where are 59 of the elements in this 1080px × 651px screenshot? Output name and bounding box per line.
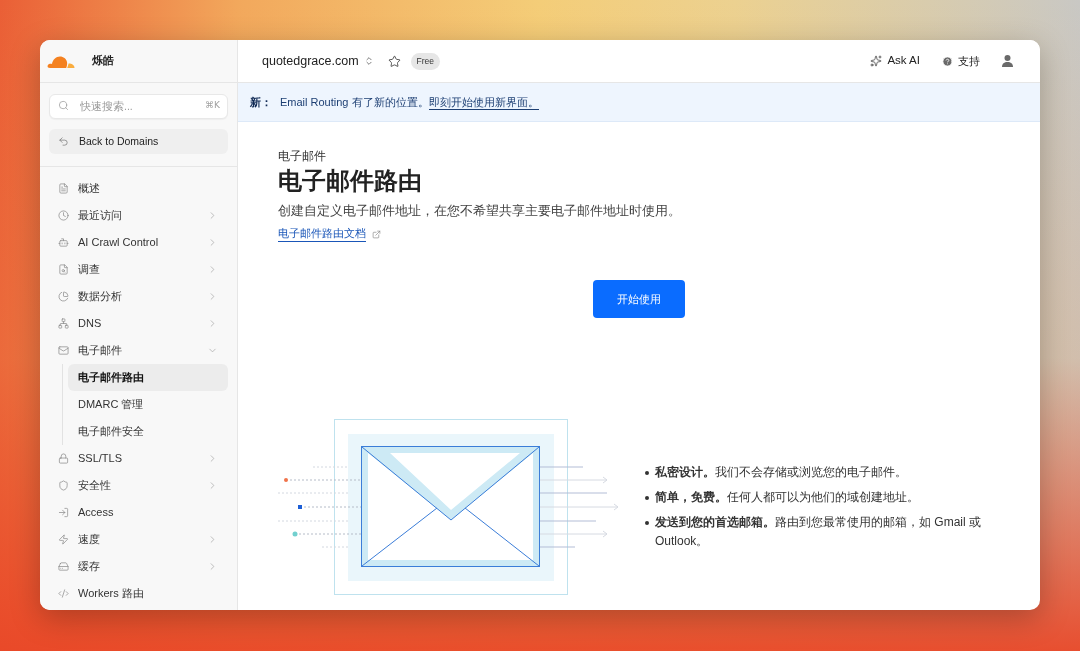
- document-icon: [58, 183, 69, 194]
- bullet-icon: [645, 470, 649, 475]
- sidebar-item[interactable]: 最近访问: [49, 202, 228, 229]
- external-link-icon: [372, 229, 381, 239]
- sidebar-item[interactable]: 速度: [49, 526, 228, 553]
- get-started-button[interactable]: 开始使用: [593, 280, 685, 318]
- file-search-icon: [58, 264, 69, 275]
- star-icon[interactable]: [387, 54, 401, 68]
- support-button[interactable]: 支持: [942, 52, 980, 70]
- shield-icon: [58, 480, 69, 491]
- cloud-logo-icon: [47, 54, 75, 68]
- sidebar-item[interactable]: 概述: [49, 175, 228, 202]
- sidebar-item[interactable]: 电子邮件: [49, 337, 228, 364]
- domain-selector[interactable]: quotedgrace.com: [262, 51, 374, 71]
- sidebar-item[interactable]: Workers 路由: [49, 580, 228, 607]
- sidebar-item[interactable]: AI Crawl Control: [49, 229, 228, 256]
- feature-text: 简单，免费。任何人都可以为他们的域创建地址。: [655, 488, 919, 506]
- robot-icon: [58, 237, 69, 248]
- search-icon: [58, 100, 69, 111]
- sidebar-item[interactable]: 调查: [49, 256, 228, 283]
- chevrons-up-down-icon: [363, 56, 374, 66]
- sparkle-icon: [870, 55, 883, 67]
- notice-text: Email Routing 有了新的位置。: [280, 94, 429, 110]
- bullet-icon: [645, 495, 649, 500]
- sidebar-item[interactable]: DNS: [49, 310, 228, 337]
- page-title: 电子邮件路由: [278, 166, 422, 196]
- sidebar-subitem[interactable]: 电子邮件安全: [68, 418, 228, 445]
- account-name: 烁皓: [92, 53, 114, 69]
- sidebar-item[interactable]: 数据分析: [49, 283, 228, 310]
- plan-badge: Free: [410, 52, 441, 70]
- section-label: 电子邮件: [278, 148, 326, 164]
- shortcut-hint: ⌘K: [205, 99, 220, 112]
- sidebar-subitem[interactable]: 电子邮件路由: [68, 364, 228, 391]
- bullet-icon: [645, 520, 649, 525]
- sidebar-item[interactable]: Access: [49, 499, 228, 526]
- mail-icon: [58, 345, 69, 356]
- pie-chart-icon: [58, 291, 69, 302]
- sidebar-item[interactable]: 安全性: [49, 472, 228, 499]
- feature-text: 私密设计。我们不会存储或浏览您的电子邮件。: [655, 463, 907, 481]
- code-icon: [58, 588, 69, 599]
- new-interface-link[interactable]: 即刻开始使用新界面。: [428, 94, 539, 110]
- drive-icon: [58, 561, 69, 572]
- user-icon[interactable]: [1002, 55, 1013, 67]
- back-arrow-icon: [58, 136, 69, 147]
- help-icon: [942, 55, 953, 67]
- sidebar-item[interactable]: 缓存: [49, 553, 228, 580]
- docs-link[interactable]: 电子邮件路由文档: [278, 225, 381, 243]
- sign-in-icon: [58, 507, 69, 518]
- sidebar-subitem[interactable]: DMARC 管理: [68, 391, 228, 418]
- lightning-icon: [58, 534, 69, 545]
- clock-icon: [58, 210, 69, 221]
- page-description: 创建自定义电子邮件地址，在您不希望共享主要电子邮件地址时使用。: [278, 203, 681, 220]
- network-icon: [58, 318, 69, 329]
- ask-ai-button[interactable]: Ask AI: [870, 52, 920, 70]
- sidebar-item[interactable]: SSL/TLS: [49, 445, 228, 472]
- notice-label: 新：: [250, 94, 272, 110]
- back-to-domains-button[interactable]: Back to Domains: [49, 129, 228, 154]
- lock-icon: [58, 453, 69, 464]
- feature-text: 发送到您的首选邮箱。路由到您最常使用的邮箱，如 Gmail 或 Outlook。: [655, 513, 982, 550]
